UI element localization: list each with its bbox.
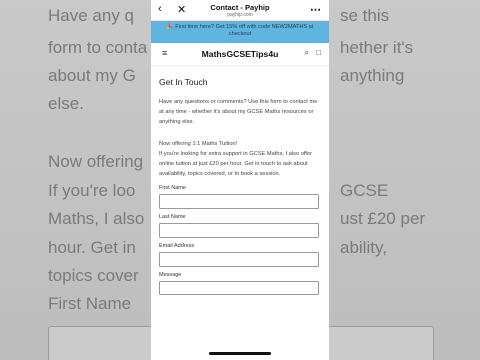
bg-line: anything: [340, 66, 405, 85]
offer-title: Now offering 1:1 Maths Tuition!: [159, 141, 238, 148]
promo-banner: 🎉 First time here? Get 15% off with code…: [151, 21, 329, 43]
bg-line: about my G: [48, 66, 136, 85]
contact-content: Get In Touch Have any questions or comme…: [151, 77, 329, 295]
search-icon[interactable]: ⌕: [305, 48, 309, 58]
phone-screen: ‹ ✕ Contact - Payhip payhip.com ⋯ 🎉 Firs…: [151, 0, 329, 360]
home-indicator: [209, 352, 271, 355]
first-name-field[interactable]: [159, 193, 319, 209]
page-title: Get In Touch: [159, 77, 208, 87]
bg-line: GCSE: [340, 181, 389, 200]
bg-line: else.: [48, 94, 84, 113]
email-label: Email Address: [159, 242, 195, 249]
browser-header: ‹ ✕ Contact - Payhip payhip.com ⋯: [151, 0, 329, 21]
offer-body: If you're looking for extra support in G…: [159, 151, 313, 177]
email-field[interactable]: [159, 251, 319, 267]
bg-line: topics cover: [48, 266, 139, 285]
bg-line: Now offering: [48, 152, 144, 171]
more-icon[interactable]: ⋯: [310, 3, 322, 16]
last-name-label: Last Name: [159, 213, 186, 220]
first-name-label: First Name: [159, 184, 186, 191]
bg-line: ust £20 per: [340, 209, 426, 228]
bg-line: form to conta: [48, 38, 148, 57]
bg-line: se this: [340, 6, 390, 25]
message-label: Message: [159, 271, 182, 278]
bg-line: hether it's: [340, 38, 414, 57]
bg-line: If you're loo: [48, 181, 136, 200]
last-name-field[interactable]: [159, 222, 319, 238]
store-header: ≡ MathsGCSETips4u ⌕ □: [151, 43, 329, 66]
bg-line: Have any q: [48, 6, 134, 25]
store-brand[interactable]: MathsGCSETips4u: [151, 49, 329, 59]
browser-title: Contact - Payhip: [210, 3, 270, 12]
bg-line: First Name: [48, 294, 132, 313]
bg-line: Maths, I also: [48, 209, 145, 228]
bg-line: hour. Get in: [48, 238, 136, 257]
bg-line: ability,: [340, 238, 387, 257]
message-field[interactable]: [159, 280, 319, 295]
bag-icon[interactable]: □: [316, 48, 321, 57]
intro-text: Have any questions or comments? Use this…: [159, 99, 318, 125]
browser-url: payhip.com: [227, 12, 253, 18]
